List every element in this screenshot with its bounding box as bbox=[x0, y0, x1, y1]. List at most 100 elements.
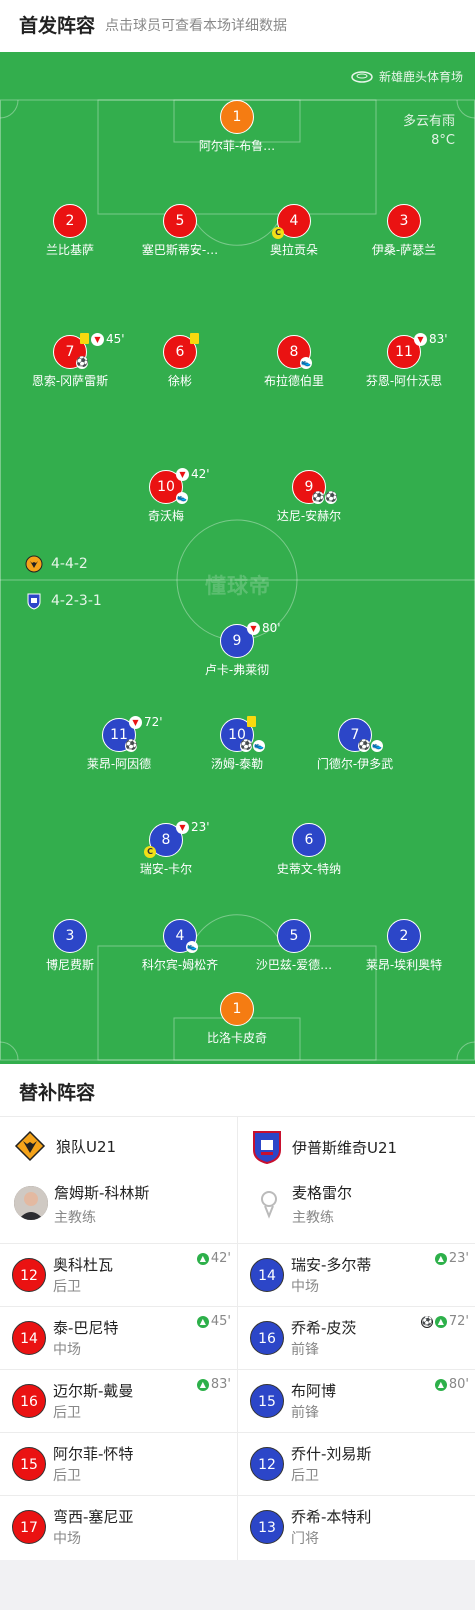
sub-out-icon: ▼ bbox=[176, 468, 189, 481]
sub-out-minute: 83' bbox=[429, 332, 448, 346]
sub-number: 14 bbox=[250, 1258, 284, 1292]
sub-position: 门将 bbox=[291, 1531, 319, 1547]
away-player-8[interactable]: 8 ▼ 23' C 瑞安-卡尔 bbox=[106, 820, 226, 876]
player-name: 科尔宾-姆松齐 bbox=[141, 958, 219, 972]
home-sub-row[interactable]: 12 奥科杜瓦 后卫 ▲ 42' bbox=[0, 1243, 237, 1306]
player-name: 奇沃梅 bbox=[147, 509, 184, 523]
player-number: 2 bbox=[387, 919, 421, 953]
away-player-2[interactable]: 2 莱昂-埃利奥特 bbox=[344, 919, 464, 972]
home-player-5[interactable]: 5 塞巴斯蒂安-… bbox=[120, 204, 240, 257]
player-name: 奥拉贡朵 bbox=[269, 243, 318, 257]
away-player-11[interactable]: 11 ▼ 72' ⚽ 莱昂-阿因德 bbox=[59, 715, 179, 771]
home-sub-row[interactable]: 15 阿尔菲-怀特 后卫 bbox=[0, 1432, 237, 1495]
assist-boot-icon: 👟 bbox=[176, 492, 188, 504]
goal-ball-icon: ⚽ bbox=[358, 740, 371, 752]
sub-position: 后卫 bbox=[53, 1279, 81, 1295]
sub-number: 15 bbox=[250, 1384, 284, 1418]
away-sub-row[interactable]: 13 乔希-本特利 门将 bbox=[238, 1495, 475, 1558]
assist-boot-icon: 👟 bbox=[300, 357, 312, 369]
coach-role: 主教练 bbox=[54, 1210, 96, 1226]
player-name: 莱昂-埃利奥特 bbox=[365, 958, 443, 972]
assist-boot-icon: 👟 bbox=[186, 941, 198, 953]
player-name: 门德尔-伊多武 bbox=[316, 757, 394, 771]
away-sub-row[interactable]: 15 布阿博 前锋 ▲ 80' bbox=[238, 1369, 475, 1432]
player-name: 芬恩-阿什沃思 bbox=[365, 374, 443, 388]
sub-out-minute: 23' bbox=[191, 820, 210, 834]
sub-in-icon: ▲ bbox=[434, 1378, 447, 1391]
goal-ball-icon: ⚽ bbox=[420, 1315, 434, 1328]
home-sub-row[interactable]: 16 迈尔斯-戴曼 后卫 ▲ 83' bbox=[0, 1369, 237, 1432]
away-player-1[interactable]: 1 比洛卡皮奇 bbox=[177, 992, 297, 1045]
away-player-3[interactable]: 3 博尼费斯 bbox=[10, 919, 130, 972]
away-coach[interactable]: 麦格雷尔 主教练 bbox=[252, 1182, 472, 1230]
sub-out-icon: ▼ bbox=[414, 333, 427, 346]
sub-in-minute: 42' bbox=[210, 1251, 231, 1266]
sub-in-minute: 23' bbox=[448, 1251, 469, 1266]
sub-name: 阿尔菲-怀特 bbox=[53, 1445, 134, 1463]
player-number: 1 bbox=[220, 100, 254, 134]
away-formation: 4-2-3-1 bbox=[25, 592, 102, 610]
away-sub-row[interactable]: 12 乔什-刘易斯 后卫 bbox=[238, 1432, 475, 1495]
home-player-7[interactable]: 7 ▼ 45' ⚽ 恩索-冈萨雷斯 bbox=[10, 332, 130, 388]
away-player-10[interactable]: 10 ⚽ 👟 汤姆-泰勒 bbox=[177, 716, 297, 771]
player-name: 兰比基萨 bbox=[45, 243, 94, 257]
home-player-3[interactable]: 3 伊桑-萨瑟兰 bbox=[344, 204, 464, 257]
player-name: 比洛卡皮奇 bbox=[206, 1031, 267, 1045]
sub-number: 12 bbox=[250, 1447, 284, 1481]
away-team-header: 伊普斯维奇U21 bbox=[252, 1130, 397, 1164]
away-sub-row[interactable]: 14 瑞安-多尔蒂 中场 ▲ 23' bbox=[238, 1243, 475, 1306]
sub-number: 16 bbox=[250, 1321, 284, 1355]
coach-placeholder-icon bbox=[261, 1191, 277, 1219]
sub-name: 布阿博 bbox=[291, 1382, 337, 1400]
home-sub-row[interactable]: 17 弯西-塞尼亚 中场 bbox=[0, 1495, 237, 1558]
player-name: 塞巴斯蒂安-… bbox=[141, 243, 219, 257]
sub-name: 乔什-刘易斯 bbox=[291, 1445, 372, 1463]
home-player-9[interactable]: 9 ⚽ ⚽ 达尼-安赫尔 bbox=[249, 470, 369, 523]
home-formation-label: 4-4-2 bbox=[51, 556, 88, 572]
yellow-card-icon bbox=[190, 333, 199, 344]
away-player-4[interactable]: 4 👟 科尔宾-姆松齐 bbox=[120, 919, 240, 972]
weather-temp: 8°C bbox=[431, 133, 455, 148]
goal-ball-icon: ⚽ bbox=[76, 357, 89, 369]
home-player-10[interactable]: 10 ▼ 42' 👟 奇沃梅 bbox=[106, 467, 226, 523]
sub-in-icon: ▲ bbox=[196, 1378, 209, 1391]
home-player-8[interactable]: 8 👟 布拉德伯里 bbox=[234, 335, 354, 388]
wolves-logo-icon bbox=[14, 1130, 46, 1162]
sub-number: 17 bbox=[12, 1510, 46, 1544]
sub-out-minute: 42' bbox=[191, 467, 210, 481]
away-player-9[interactable]: 9 ▼ 80' 卢卡-弗莱彻 bbox=[177, 621, 297, 677]
home-player-4[interactable]: 4 C 奥拉贡朵 bbox=[234, 204, 354, 257]
player-name: 瑞安-卡尔 bbox=[139, 862, 193, 876]
away-player-7[interactable]: 7 ⚽ 👟 门德尔-伊多武 bbox=[295, 718, 415, 771]
home-player-11[interactable]: 11 ▼ 83' 芬恩-阿什沃思 bbox=[344, 332, 464, 388]
goal-ball-icon: ⚽ bbox=[325, 492, 338, 504]
sub-name: 乔希-皮茨 bbox=[291, 1319, 357, 1337]
sub-position: 后卫 bbox=[53, 1405, 81, 1421]
yellow-card-icon bbox=[80, 333, 89, 344]
home-player-2[interactable]: 2 兰比基萨 bbox=[10, 204, 130, 257]
away-player-5[interactable]: 5 沙巴兹-爱德… bbox=[234, 919, 354, 972]
away-sub-row[interactable]: 16 乔希-皮茨 前锋 ⚽ ▲ 72' bbox=[238, 1306, 475, 1369]
sub-in-icon: ▲ bbox=[196, 1252, 209, 1265]
home-player-6[interactable]: 6 徐彬 bbox=[120, 333, 240, 388]
player-number: 5 bbox=[277, 919, 311, 953]
player-number: 1 bbox=[220, 992, 254, 1026]
away-player-6[interactable]: 6 史蒂文-特纳 bbox=[249, 823, 369, 876]
home-sub-row[interactable]: 14 泰-巴尼特 中场 ▲ 45' bbox=[0, 1306, 237, 1369]
home-player-1[interactable]: 1 阿尔菲-布鲁… bbox=[177, 100, 297, 153]
sub-events: ▲ 80' bbox=[434, 1377, 469, 1392]
goal-ball-icon: ⚽ bbox=[240, 740, 253, 752]
page-subtitle: 点击球员可查看本场详细数据 bbox=[105, 18, 287, 34]
player-name: 徐彬 bbox=[167, 374, 192, 388]
sub-number: 13 bbox=[250, 1510, 284, 1544]
coach-avatar bbox=[14, 1186, 48, 1220]
sub-in-icon: ▲ bbox=[434, 1252, 447, 1265]
sub-events: ▲ 23' bbox=[434, 1251, 469, 1266]
player-name: 博尼费斯 bbox=[45, 958, 94, 972]
sub-in-minute: 80' bbox=[448, 1377, 469, 1392]
sub-name: 瑞安-多尔蒂 bbox=[291, 1256, 372, 1274]
player-number: 3 bbox=[53, 919, 87, 953]
home-coach[interactable]: 詹姆斯-科林斯 主教练 bbox=[14, 1182, 234, 1230]
yellow-card-icon bbox=[247, 716, 256, 727]
player-name: 恩索-冈萨雷斯 bbox=[31, 374, 109, 388]
